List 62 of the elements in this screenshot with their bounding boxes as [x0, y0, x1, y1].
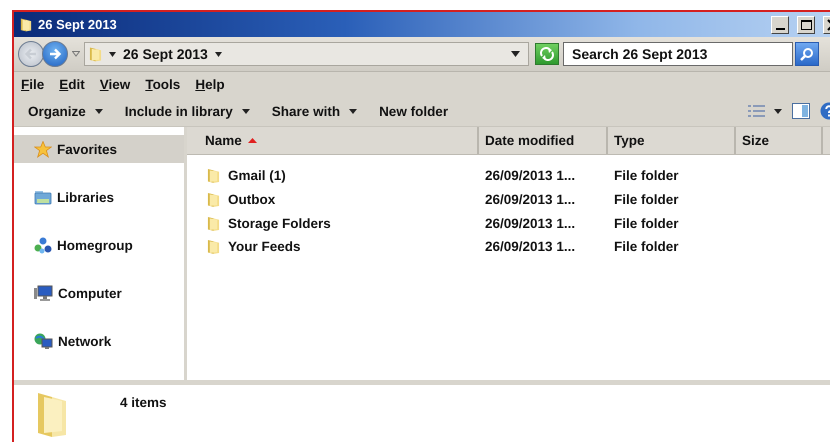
- file-name[interactable]: Your Feeds: [228, 239, 301, 254]
- dropdown-icon[interactable]: [511, 51, 520, 57]
- item-count: 4 items: [120, 395, 167, 410]
- homegroup-icon: [34, 236, 52, 254]
- folder-icon: [207, 192, 220, 208]
- path-segment[interactable]: 26 Sept 2013: [123, 46, 208, 62]
- table-cell: 26/09/2013 1...: [485, 239, 576, 254]
- table-cell: 26/09/2013 1...: [485, 216, 576, 231]
- sidebar-item[interactable]: Favorites: [14, 135, 184, 163]
- folder-icon: [20, 17, 32, 32]
- menu-item[interactable]: Edit: [59, 76, 85, 92]
- table-cell: File folder: [614, 216, 679, 231]
- file-name[interactable]: Storage Folders: [228, 216, 331, 231]
- sidebar-item[interactable]: Network: [14, 327, 184, 355]
- table-cell: 26/09/2013 1...: [485, 192, 576, 208]
- preview-pane-icon[interactable]: [792, 103, 810, 119]
- menu-item[interactable]: View: [100, 76, 130, 92]
- toolbar-button[interactable]: Organize: [28, 104, 103, 118]
- table-cell: 26/09/2013 1...: [485, 168, 576, 184]
- folder-icon: [36, 391, 68, 437]
- star-icon: [34, 140, 52, 158]
- sidebar-item[interactable]: Libraries: [14, 183, 184, 211]
- file-name[interactable]: Outbox: [228, 192, 276, 208]
- folder-icon: [207, 168, 220, 184]
- back-arrow-icon: [24, 47, 38, 61]
- sidebar-item[interactable]: Homegroup: [14, 231, 184, 259]
- maximize-button[interactable]: [797, 16, 815, 34]
- network-icon: [34, 332, 53, 350]
- column-header[interactable]: Size: [736, 127, 823, 154]
- sidebar-item[interactable]: Computer: [14, 279, 184, 307]
- column-header[interactable]: Name: [187, 127, 479, 154]
- menu-item[interactable]: File: [21, 76, 44, 92]
- search-field[interactable]: Search 26 Sept 2013: [563, 42, 793, 66]
- forward-button[interactable]: [42, 41, 68, 67]
- table-cell: File folder: [614, 192, 679, 208]
- folder-icon: [207, 239, 220, 254]
- column-header[interactable]: Date modified: [479, 127, 608, 154]
- column-header[interactable]: Type: [608, 127, 736, 154]
- caret-icon[interactable]: [214, 52, 222, 56]
- file-name[interactable]: Gmail (1): [228, 168, 286, 184]
- folder-icon: [89, 46, 102, 62]
- menu-item[interactable]: Help: [195, 76, 225, 92]
- forward-arrow-icon: [48, 47, 62, 61]
- folder-icon: [207, 216, 220, 231]
- toolbar-button[interactable]: Include in library: [124, 104, 250, 118]
- back-button[interactable]: [18, 41, 44, 67]
- table-cell: File folder: [614, 168, 679, 184]
- table-cell: File folder: [614, 239, 679, 254]
- search-icon: [800, 47, 814, 61]
- refresh-icon: [539, 47, 555, 61]
- toolbar-button[interactable]: Share with: [272, 104, 358, 118]
- toolbar-button[interactable]: New folder: [379, 104, 448, 118]
- search-button[interactable]: [795, 42, 819, 66]
- menu-item[interactable]: Tools: [145, 76, 180, 92]
- address-bar[interactable]: 26 Sept 2013: [84, 42, 529, 66]
- computer-icon: [34, 285, 53, 301]
- window-title: 26 Sept 2013: [38, 17, 117, 32]
- dropdown-icon[interactable]: [774, 108, 782, 114]
- library-icon: [34, 190, 52, 204]
- minimize-button[interactable]: [771, 16, 789, 34]
- caret-icon[interactable]: [109, 52, 116, 56]
- refresh-button[interactable]: [535, 43, 559, 65]
